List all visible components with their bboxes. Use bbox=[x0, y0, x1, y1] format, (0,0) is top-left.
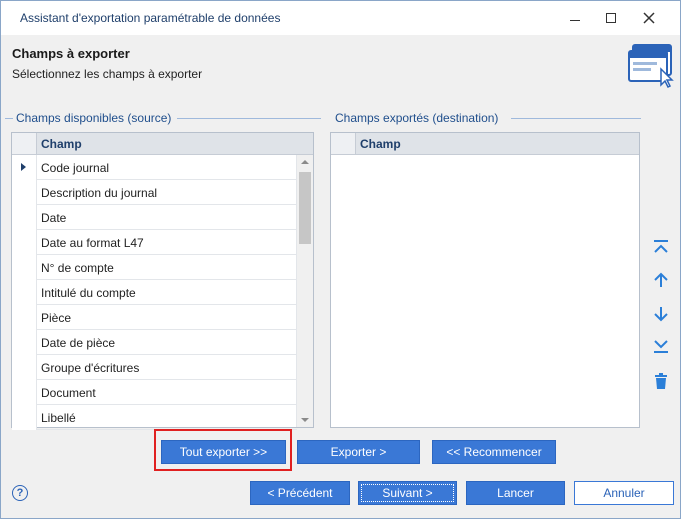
destination-group-line-right bbox=[511, 118, 641, 119]
export-wizard-window: Assistant d'exportation paramétrable de … bbox=[0, 0, 681, 519]
page-subtitle: Sélectionnez les champs à exporter bbox=[12, 67, 203, 81]
window-title: Assistant d'exportation paramétrable de … bbox=[20, 11, 281, 25]
trash-icon bbox=[655, 373, 667, 389]
field-name-cell: Date de pièce bbox=[41, 336, 116, 350]
row-indicator[interactable] bbox=[12, 405, 37, 430]
field-name-cell: Groupe d'écritures bbox=[41, 361, 140, 375]
move-to-top-icon bbox=[654, 240, 668, 253]
table-row[interactable]: Date de pièce bbox=[12, 330, 297, 355]
maximize-button[interactable] bbox=[597, 7, 625, 29]
field-name-cell: Intitulé du compte bbox=[41, 286, 136, 300]
table-row[interactable]: Code journal bbox=[12, 155, 297, 180]
field-name-cell: Date bbox=[41, 211, 67, 225]
move-to-bottom-icon bbox=[654, 340, 668, 353]
delete-button[interactable] bbox=[649, 369, 673, 393]
current-row-arrow-icon bbox=[21, 163, 26, 171]
launch-button[interactable]: Lancer bbox=[466, 481, 565, 505]
export-all-button[interactable]: Tout exporter >> bbox=[161, 440, 286, 464]
minimize-icon bbox=[570, 19, 580, 21]
row-indicator[interactable] bbox=[12, 355, 37, 380]
move-to-bottom-button[interactable] bbox=[649, 334, 673, 358]
source-group-line-right bbox=[177, 118, 321, 119]
table-row[interactable]: Groupe d'écritures bbox=[12, 355, 297, 380]
row-indicator[interactable] bbox=[12, 230, 37, 255]
destination-fields-grid[interactable]: Champ bbox=[330, 132, 640, 428]
restart-button[interactable]: << Recommencer bbox=[432, 440, 556, 464]
table-row[interactable]: Date bbox=[12, 205, 297, 230]
row-indicator[interactable] bbox=[12, 180, 37, 205]
arrow-down-icon bbox=[654, 307, 668, 322]
row-indicator[interactable] bbox=[12, 380, 37, 405]
move-to-top-button[interactable] bbox=[649, 235, 673, 259]
grid-corner[interactable] bbox=[331, 133, 356, 154]
field-name-cell: N° de compte bbox=[41, 261, 114, 275]
next-button[interactable]: Suivant > bbox=[358, 481, 457, 505]
wizard-header: Champs à exporter Sélectionnez les champ… bbox=[1, 35, 680, 97]
table-row[interactable]: Date au format L47 bbox=[12, 230, 297, 255]
table-row[interactable]: Document bbox=[12, 380, 297, 405]
source-column-header[interactable]: Champ bbox=[41, 137, 82, 151]
row-indicator[interactable] bbox=[12, 255, 37, 280]
field-name-cell: Libellé bbox=[41, 411, 76, 425]
grid-corner[interactable] bbox=[12, 133, 37, 154]
field-name-cell: Description du journal bbox=[41, 186, 158, 200]
source-scrollbar[interactable] bbox=[296, 155, 313, 427]
table-row[interactable]: Description du journal bbox=[12, 180, 297, 205]
field-name-cell: Pièce bbox=[41, 311, 72, 325]
table-row[interactable]: Pièce bbox=[12, 305, 297, 330]
maximize-icon bbox=[606, 13, 616, 23]
source-grid-header: Champ bbox=[12, 133, 313, 155]
table-row[interactable]: Intitulé du compte bbox=[12, 280, 297, 305]
minimize-button[interactable] bbox=[561, 7, 589, 29]
title-bar: Assistant d'exportation paramétrable de … bbox=[1, 1, 680, 35]
scroll-up-arrow-icon[interactable] bbox=[301, 160, 309, 164]
table-row[interactable]: Libellé bbox=[12, 405, 297, 430]
row-indicator[interactable] bbox=[12, 330, 37, 355]
table-row[interactable]: N° de compte bbox=[12, 255, 297, 280]
source-rows: Code journal Description du journal Date Da… bbox=[12, 155, 297, 430]
row-indicator[interactable] bbox=[12, 305, 37, 330]
source-group-line-left bbox=[5, 118, 13, 119]
export-button[interactable]: Exporter > bbox=[297, 440, 420, 464]
row-indicator[interactable] bbox=[12, 280, 37, 305]
field-name-cell: Code journal bbox=[41, 161, 110, 175]
row-indicator[interactable] bbox=[12, 205, 37, 230]
field-name-cell: Date au format L47 bbox=[41, 236, 144, 250]
close-icon bbox=[643, 12, 655, 24]
close-button[interactable] bbox=[635, 7, 663, 29]
help-icon[interactable]: ? bbox=[12, 485, 28, 501]
arrow-up-icon bbox=[654, 272, 668, 287]
field-name-cell: Document bbox=[41, 386, 96, 400]
cancel-button[interactable]: Annuler bbox=[574, 481, 674, 505]
previous-button[interactable]: < Précédent bbox=[250, 481, 350, 505]
destination-grid-header: Champ bbox=[331, 133, 639, 155]
destination-column-header[interactable]: Champ bbox=[360, 137, 401, 151]
window-cursor-icon bbox=[628, 44, 674, 89]
scroll-thumb[interactable] bbox=[299, 172, 311, 244]
source-fields-grid[interactable]: Champ Code journal Description du journal… bbox=[11, 132, 314, 430]
page-title: Champs à exporter bbox=[12, 46, 130, 61]
destination-group-label: Champs exportés (destination) bbox=[333, 111, 501, 125]
move-down-button[interactable] bbox=[649, 302, 673, 326]
move-up-button[interactable] bbox=[649, 268, 673, 292]
scroll-down-arrow-icon[interactable] bbox=[301, 418, 309, 422]
source-group-label: Champs disponibles (source) bbox=[14, 111, 174, 125]
row-indicator[interactable] bbox=[12, 155, 37, 180]
